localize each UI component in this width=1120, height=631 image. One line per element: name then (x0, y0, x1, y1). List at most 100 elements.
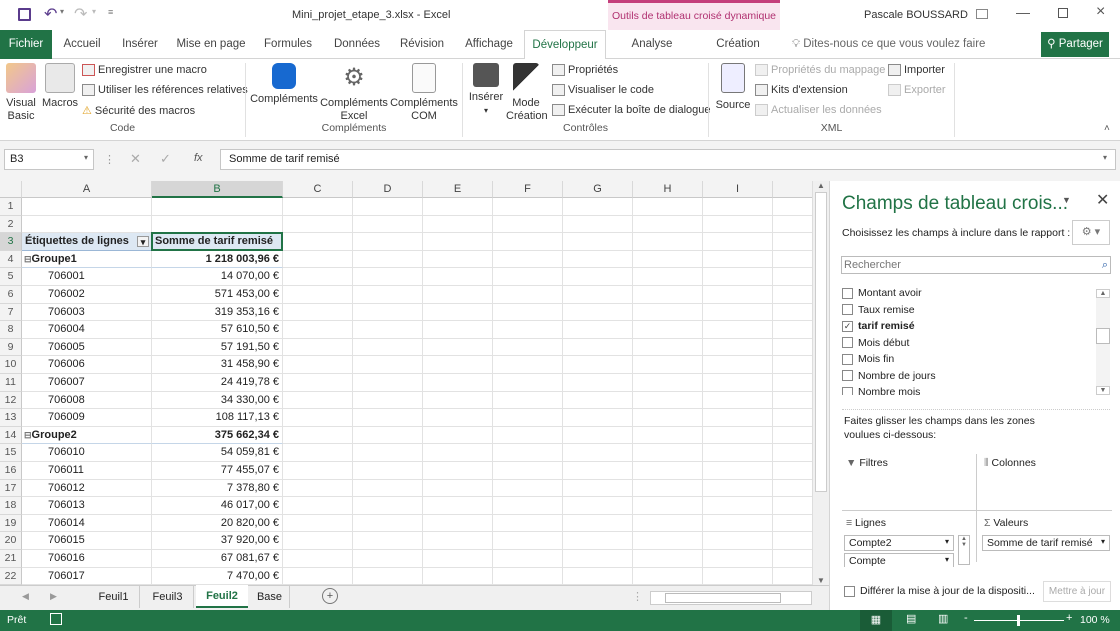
sheet-tab-base[interactable]: Base (250, 586, 290, 608)
cell-b[interactable]: 319 353,16 € (152, 303, 283, 322)
close-icon[interactable]: × (1096, 3, 1105, 21)
cell-a[interactable]: 706004 (22, 321, 152, 339)
cell[interactable] (283, 497, 353, 515)
cell[interactable] (423, 532, 493, 550)
zoom-level[interactable]: 100 % (1080, 614, 1110, 626)
column-header-G[interactable]: G (563, 181, 633, 198)
cell[interactable] (353, 391, 423, 410)
cell[interactable] (423, 356, 493, 374)
cell[interactable] (423, 286, 493, 304)
cell-a[interactable]: 706005 (22, 338, 152, 357)
collapse-icon[interactable]: ⊟ (24, 430, 32, 440)
cell-b[interactable]: 67 081,67 € (152, 550, 283, 568)
cell-b[interactable]: 57 610,50 € (152, 321, 283, 339)
select-all-corner[interactable] (0, 181, 22, 198)
close-pane-icon[interactable]: ✕ (1096, 190, 1109, 210)
cell[interactable] (283, 338, 353, 357)
horizontal-scrollbar[interactable] (650, 591, 812, 605)
row-header[interactable]: 22 (0, 567, 22, 585)
row-header[interactable]: 18 (0, 497, 22, 515)
cell[interactable] (493, 321, 563, 339)
cell[interactable] (493, 303, 563, 322)
cell[interactable] (423, 338, 493, 357)
cell[interactable] (703, 250, 773, 269)
value-field-sum-tarif[interactable]: Somme de tarif remisé ▾ (982, 535, 1110, 551)
cell-a[interactable]: ⊟Groupe2 (22, 426, 152, 445)
rows-scrollbar[interactable]: ▲ ▼ (958, 535, 970, 565)
cell[interactable] (773, 480, 812, 498)
cell[interactable] (353, 356, 423, 374)
cell[interactable] (633, 250, 703, 269)
cell[interactable] (563, 514, 633, 533)
cell-a[interactable]: 706011 (22, 462, 152, 480)
cell[interactable] (773, 568, 812, 585)
tab-creation[interactable]: Création (700, 30, 776, 59)
row-header[interactable]: 12 (0, 391, 22, 410)
cell-b[interactable]: 20 820,00 € (152, 514, 283, 533)
field-list-scrollbar[interactable]: ▲ ▼ (1096, 289, 1110, 395)
cell-b[interactable]: 375 662,34 € (152, 426, 283, 445)
field-item[interactable]: Nombre mois (842, 384, 1082, 395)
design-mode-button[interactable]: Mode Création (506, 63, 548, 123)
cell[interactable] (773, 286, 812, 304)
column-header-I[interactable]: I (703, 181, 773, 198)
tools-button[interactable]: ⚙ ▾ (1072, 220, 1110, 245)
tab-donnees[interactable]: Données (326, 30, 388, 59)
insert-control-button[interactable]: Insérer ▾ (467, 63, 505, 117)
cell[interactable] (633, 215, 703, 234)
expansion-packs-button[interactable]: Kits d'extension (755, 84, 848, 97)
cell[interactable] (283, 550, 353, 568)
name-box[interactable]: B3 ▾ (4, 149, 94, 170)
cell[interactable] (703, 356, 773, 374)
column-header-H[interactable]: H (633, 181, 703, 198)
cell-a[interactable]: ⊟Groupe1 (22, 250, 152, 269)
run-dialog-button[interactable]: Exécuter la boîte de dialogue (552, 104, 711, 117)
cell[interactable] (563, 286, 633, 304)
cell[interactable] (283, 426, 353, 445)
cell[interactable] (703, 532, 773, 550)
cell[interactable] (493, 268, 563, 286)
page-break-icon[interactable]: ▥ (938, 612, 948, 625)
cell[interactable] (703, 462, 773, 480)
row-header[interactable]: 9 (0, 338, 22, 357)
tell-me-search[interactable]: 💡︎ Dites-nous ce que vous voulez faire (792, 30, 992, 59)
cell-a[interactable]: 706012 (22, 479, 152, 498)
cell[interactable] (633, 303, 703, 322)
cell[interactable] (353, 321, 423, 339)
cell[interactable] (563, 567, 633, 585)
cell[interactable] (283, 215, 353, 234)
cell-a[interactable]: 706006 (22, 356, 152, 374)
cell[interactable] (423, 409, 493, 427)
checkbox[interactable] (842, 353, 853, 365)
field-search-input[interactable]: Rechercher ⌕ (841, 256, 1111, 274)
cell[interactable] (703, 374, 773, 392)
com-addins-button[interactable]: Compléments COM (390, 63, 458, 123)
spreadsheet-grid[interactable]: ABCDEFGHI 1 2 3 Étiquettes de lignes ▾ Somme … (0, 181, 812, 585)
cell-a[interactable]: 706010 (22, 444, 152, 462)
row-header[interactable]: 7 (0, 303, 22, 322)
tab-developpeur[interactable]: Développeur (524, 30, 606, 60)
cell[interactable] (493, 374, 563, 392)
cell[interactable] (423, 444, 493, 462)
cell[interactable] (773, 251, 812, 269)
cell[interactable] (703, 444, 773, 462)
checkbox[interactable] (842, 386, 853, 395)
row-header[interactable]: 1 (0, 198, 22, 216)
cell[interactable] (773, 268, 812, 286)
cell[interactable] (773, 462, 812, 480)
cell[interactable] (493, 479, 563, 498)
prev-sheet-icon[interactable]: ◀ (22, 591, 29, 602)
cell-b[interactable]: 34 330,00 € (152, 391, 283, 410)
cell[interactable] (283, 250, 353, 269)
cell[interactable] (493, 356, 563, 374)
cell[interactable] (423, 426, 493, 445)
cell[interactable] (703, 479, 773, 498)
chevron-down-icon[interactable]: ▾ (945, 555, 949, 564)
cell[interactable] (633, 567, 703, 585)
cell[interactable] (423, 462, 493, 480)
cell[interactable] (563, 198, 633, 216)
row-field-compte2[interactable]: Compte2 ▾ (844, 535, 954, 551)
cell-b[interactable]: 14 070,00 € (152, 268, 283, 286)
cell[interactable] (563, 479, 633, 498)
row-header[interactable]: 2 (0, 215, 22, 234)
